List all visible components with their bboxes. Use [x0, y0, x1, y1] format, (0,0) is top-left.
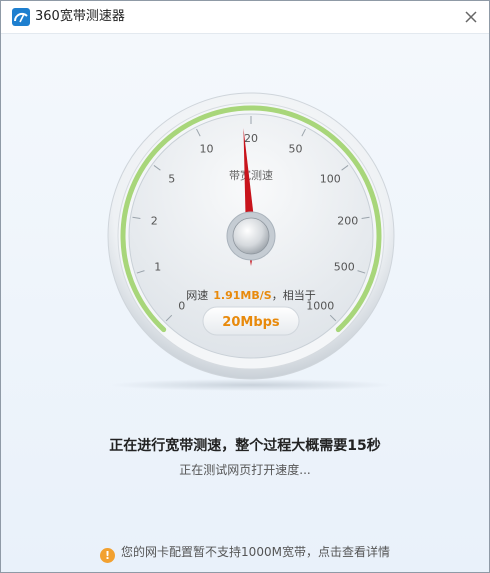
gauge-shadow [111, 379, 391, 391]
gauge-tick-label: 5 [168, 172, 175, 185]
speed-gauge: 0 1 2 5 10 20 50 100 200 500 1000 带宽测速 网速 1.91MB/S，… [101, 91, 401, 391]
status-sub-text: 正在测试网页打开速度... [179, 463, 311, 477]
gauge-tick-label: 500 [334, 260, 355, 273]
speed-suffix: ，相当于 [272, 288, 316, 302]
gauge-tick-label: 100 [320, 172, 341, 185]
gauge-tick-label: 200 [337, 215, 358, 228]
warning-icon: ! [100, 548, 116, 563]
gauge-tick-label: 20 [244, 132, 258, 145]
app-window: 360宽带测速器 0 1 2 5 10 20 50 100 200 500 10… [0, 0, 490, 573]
nic-notice-link[interactable]: ! 您的网卡配置暂不支持1000M宽带，点击查看详情 [1, 543, 489, 563]
gauge-tick-label: 10 [200, 143, 214, 156]
gauge-tick-label: 0 [178, 299, 185, 312]
speed-line: 网速 1.91MB/S，相当于 [186, 288, 315, 302]
gauge-tick-label: 1 [154, 260, 161, 273]
gauge-tick-label: 50 [288, 143, 302, 156]
gauge-dial: 01251020501002005001000 带宽测速 网速 1.91MB/S，… [107, 92, 395, 391]
status-main-text: 正在进行宽带测速，整个过程大概需要15秒 [109, 438, 381, 454]
close-icon[interactable] [461, 7, 481, 27]
app-logo-icon [12, 8, 30, 26]
title-bar[interactable]: 360宽带测速器 [1, 1, 489, 34]
speed-value: 1.91MB/S [213, 289, 271, 302]
mbps-value: 20Mbps [222, 315, 280, 330]
speed-prefix: 网速 [186, 289, 208, 302]
window-title: 360宽带测速器 [35, 9, 125, 24]
gauge-hub [232, 217, 270, 255]
nic-notice-text: 您的网卡配置暂不支持1000M宽带，点击查看详情 [121, 545, 390, 559]
gauge-center-label: 带宽测速 [229, 168, 273, 182]
gauge-tick-label: 2 [151, 215, 158, 228]
